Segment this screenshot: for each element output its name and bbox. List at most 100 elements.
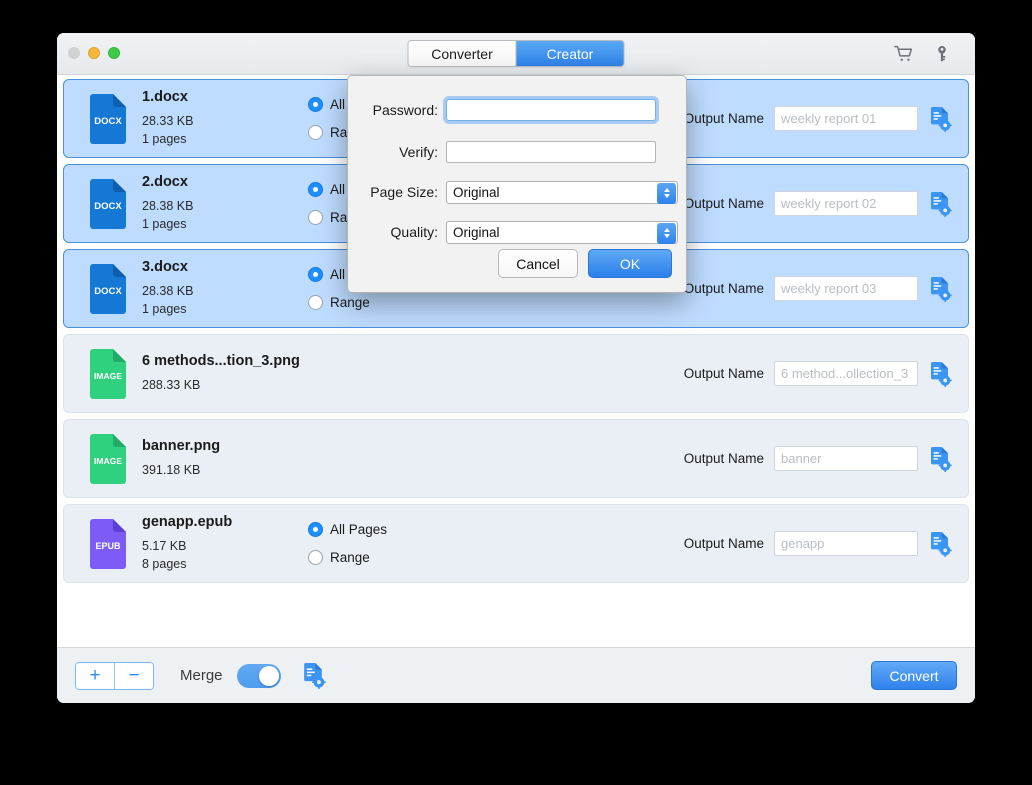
output-name-input[interactable] — [774, 446, 918, 471]
remove-file-button[interactable]: − — [114, 662, 153, 689]
radio-all-pages-indicator[interactable] — [308, 182, 323, 197]
radio-range-indicator[interactable] — [308, 550, 323, 565]
window-titlebar: Converter Creator — [57, 33, 975, 75]
page-size-label: Page Size: — [370, 184, 438, 200]
image-file-icon: IMAGE — [80, 433, 136, 485]
svg-text:DOCX: DOCX — [94, 286, 122, 297]
output-name-label: Output Name — [683, 451, 764, 466]
output-name-input[interactable] — [774, 191, 918, 216]
document-settings-icon[interactable] — [928, 361, 952, 387]
file-row[interactable]: EPUB genapp.epub 5.17 KB 8 pages All Pag… — [63, 504, 969, 583]
page-size-select[interactable]: Original — [446, 180, 678, 204]
output-area: Output Name — [684, 106, 952, 132]
file-name: banner.png — [142, 437, 221, 454]
minimize-button[interactable] — [88, 47, 100, 59]
encryption-settings-dialog: Password: Verify: Page Size: Original Qu… — [347, 75, 687, 293]
ok-button[interactable]: OK — [588, 249, 672, 278]
svg-text:IMAGE: IMAGE — [94, 456, 122, 466]
radio-range[interactable]: Range — [308, 295, 458, 310]
convert-button[interactable]: Convert — [871, 661, 957, 690]
file-name: 2.docx — [142, 173, 188, 190]
dialog-buttons: Cancel OK — [498, 249, 672, 278]
quality-select[interactable]: Original — [446, 220, 678, 244]
file-meta: 6 methods...tion_3.png 288.33 KB — [142, 353, 302, 394]
radio-range-label: Range — [330, 295, 370, 310]
cancel-button[interactable]: Cancel — [498, 249, 578, 278]
mode-segmented-control[interactable]: Converter Creator — [407, 40, 625, 67]
output-area: Output Name — [684, 276, 952, 302]
output-name-input[interactable] — [774, 361, 918, 386]
svg-text:EPUB: EPUB — [95, 541, 121, 551]
tab-creator[interactable]: Creator — [515, 41, 624, 66]
password-field[interactable] — [446, 99, 656, 121]
output-name-input[interactable] — [774, 531, 918, 556]
verify-label: Verify: — [399, 144, 438, 160]
file-name: 6 methods...tion_3.png — [142, 352, 300, 369]
svg-text:DOCX: DOCX — [94, 116, 122, 127]
output-name-label: Output Name — [683, 366, 764, 381]
page-size-row: Page Size: Original — [348, 174, 686, 210]
epub-file-icon: EPUB — [80, 518, 136, 570]
add-file-button[interactable]: + — [76, 662, 114, 689]
file-size: 391.18 KB — [142, 462, 201, 477]
document-settings-icon[interactable] — [928, 191, 952, 217]
image-file-icon: IMAGE — [80, 348, 136, 400]
file-name: genapp.epub — [142, 513, 233, 530]
file-size: 5.17 KB — [142, 538, 187, 553]
output-name-label: Output Name — [683, 111, 764, 126]
file-name: 1.docx — [142, 88, 188, 105]
quality-row: Quality: Original — [348, 214, 686, 250]
document-settings-icon[interactable] — [928, 531, 952, 557]
radio-range-indicator[interactable] — [308, 210, 323, 225]
key-icon[interactable] — [931, 43, 953, 65]
close-button[interactable] — [68, 47, 80, 59]
chevron-updown-icon[interactable] — [657, 222, 676, 244]
radio-all-pages[interactable]: All Pages — [308, 522, 458, 537]
output-area: Output Name — [684, 361, 952, 387]
document-settings-icon[interactable] — [928, 446, 952, 472]
page-size-value: Original — [453, 184, 500, 200]
output-name-input[interactable] — [774, 276, 918, 301]
docx-file-icon: DOCX — [80, 263, 136, 315]
svg-text:DOCX: DOCX — [94, 201, 122, 212]
radio-all-pages-indicator[interactable] — [308, 97, 323, 112]
file-meta: 1.docx 28.33 KB 1 pages — [142, 89, 302, 148]
titlebar-actions — [893, 43, 953, 65]
file-meta: genapp.epub 5.17 KB 8 pages — [142, 514, 302, 573]
cart-icon[interactable] — [893, 43, 915, 65]
file-row[interactable]: IMAGE 6 methods...tion_3.png 288.33 KB O… — [63, 334, 969, 413]
merge-toggle[interactable] — [236, 663, 281, 688]
radio-all-pages-indicator[interactable] — [308, 267, 323, 282]
password-label: Password: — [372, 102, 438, 118]
zoom-button[interactable] — [108, 47, 120, 59]
tab-converter[interactable]: Converter — [408, 41, 516, 66]
verify-field[interactable] — [446, 141, 656, 163]
file-name: 3.docx — [142, 258, 188, 275]
radio-range-indicator[interactable] — [308, 295, 323, 310]
radio-range-indicator[interactable] — [308, 125, 323, 140]
document-settings-icon[interactable] — [928, 276, 952, 302]
document-settings-icon[interactable] — [295, 662, 326, 689]
file-size: 28.38 KB — [142, 198, 194, 213]
file-row[interactable]: IMAGE banner.png 391.18 KB Output Name — [63, 419, 969, 498]
file-pages: 1 pages — [142, 302, 187, 316]
output-name-label: Output Name — [683, 196, 764, 211]
add-remove-control[interactable]: + − — [75, 661, 154, 690]
document-settings-icon[interactable] — [928, 106, 952, 132]
radio-all-pages-label: All Pages — [330, 522, 388, 537]
radio-all-pages-indicator[interactable] — [308, 522, 323, 537]
output-area: Output Name — [684, 531, 952, 557]
output-name-input[interactable] — [774, 106, 918, 131]
chevron-updown-icon[interactable] — [657, 182, 676, 204]
file-size: 288.33 KB — [142, 377, 201, 392]
quality-value: Original — [453, 224, 500, 240]
file-meta: 2.docx 28.38 KB 1 pages — [142, 174, 302, 233]
output-area: Output Name — [684, 191, 952, 217]
svg-text:IMAGE: IMAGE — [94, 371, 122, 381]
docx-file-icon: DOCX — [80, 93, 136, 145]
radio-range[interactable]: Range — [308, 550, 458, 565]
radio-range-label: Range — [330, 550, 370, 565]
file-pages: 1 pages — [142, 217, 187, 231]
screenshot-root: Converter Creator DOCX 1.docx 28.33 KB 1… — [0, 0, 1032, 785]
file-pages: 1 pages — [142, 132, 187, 146]
